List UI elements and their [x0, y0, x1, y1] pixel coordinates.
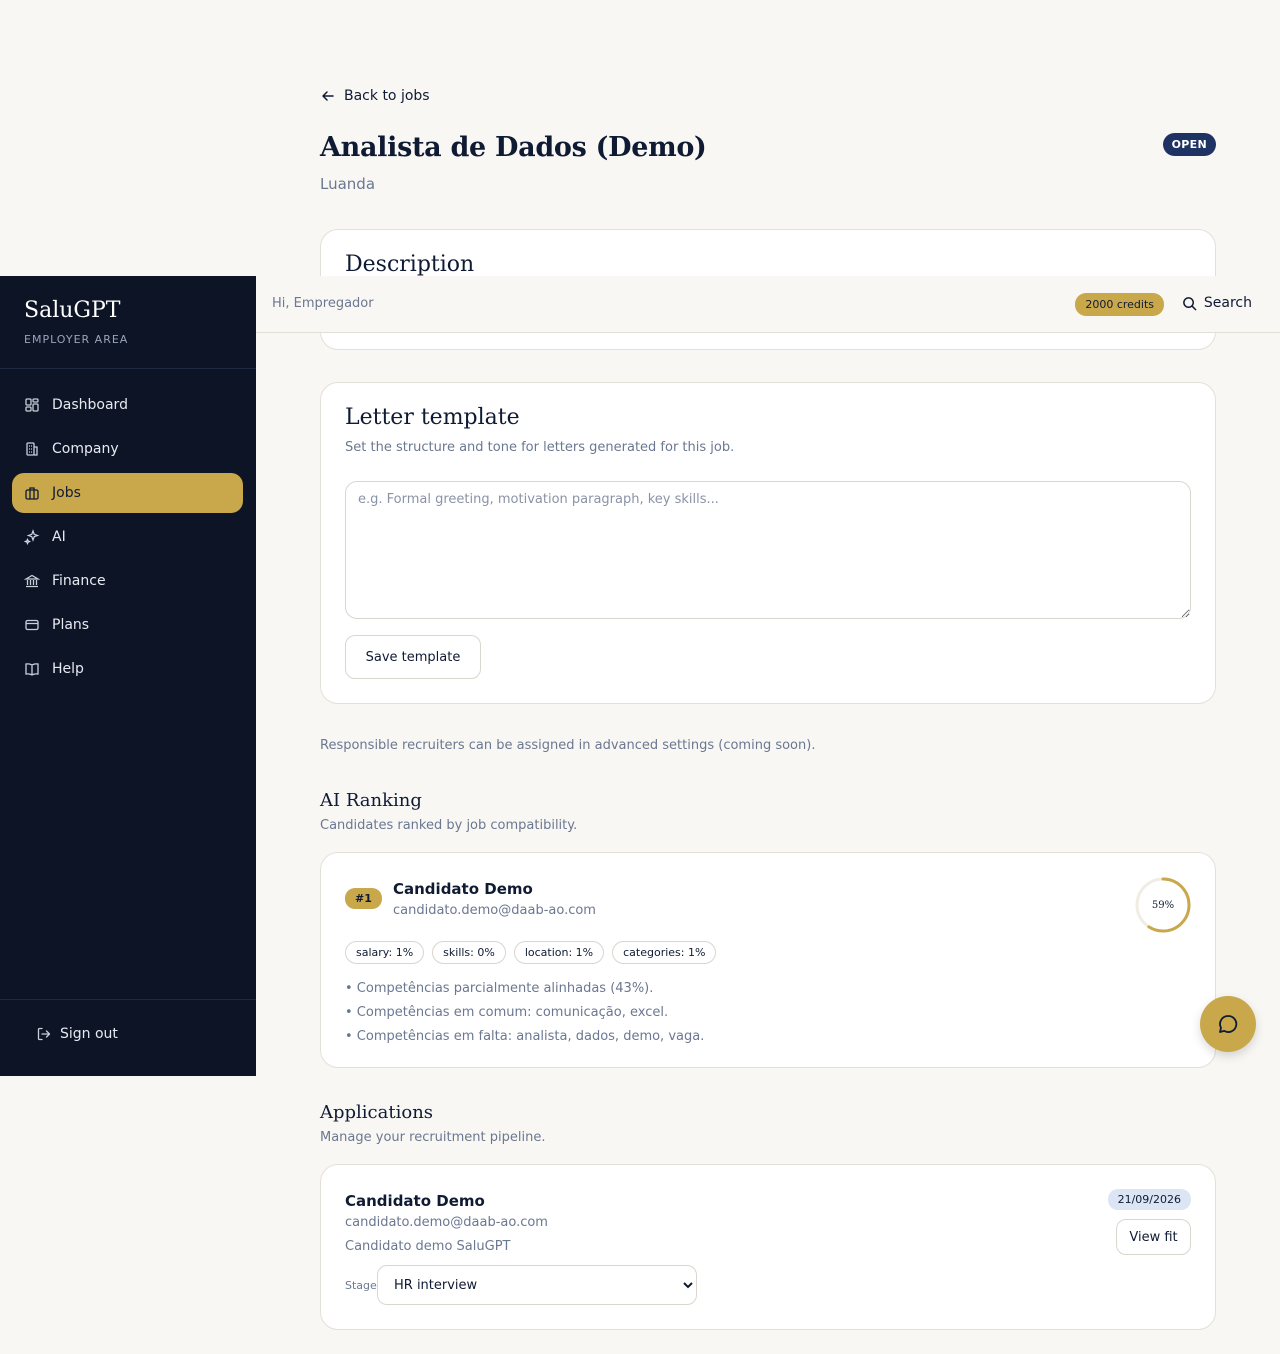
chip-skills: skills: 0%	[432, 941, 506, 964]
sidebar-item-label: Plans	[52, 617, 90, 633]
letter-template-title: Letter template	[345, 405, 520, 430]
letter-template-subtitle: Set the structure and tone for letters g…	[345, 440, 735, 455]
briefcase-icon	[25, 487, 39, 500]
sign-out-label: Sign out	[60, 1026, 118, 1042]
book-icon	[25, 663, 39, 676]
chat-button[interactable]	[1200, 996, 1256, 1052]
area-label: EMPLOYER AREA	[24, 333, 129, 346]
building-icon	[26, 442, 38, 456]
score-chips: salary: 1% skills: 0% location: 1% categ…	[345, 941, 717, 964]
applicant-note: Candidato demo SaluGPT	[345, 1239, 511, 1254]
description-title: Description	[345, 252, 475, 277]
chip-categories: categories: 1%	[612, 941, 717, 964]
sidebar-divider	[0, 999, 256, 1000]
explanation-item: • Competências parcialmente alinhadas (4…	[345, 981, 654, 996]
applicant-email: candidato.demo@daab-ao.com	[345, 1215, 548, 1230]
bank-icon	[24, 574, 40, 588]
search-label: Search	[1203, 295, 1252, 311]
score-label: 59%	[1151, 899, 1175, 911]
sidebar-item-dashboard[interactable]: Dashboard	[12, 385, 243, 425]
letter-template-card: Letter template Set the structure and to…	[320, 382, 1216, 704]
candidate-name: Candidato Demo	[393, 880, 533, 898]
job-location: Luanda	[320, 175, 376, 193]
rank-badge: #1	[345, 888, 382, 909]
sparkles-icon	[24, 529, 40, 545]
sidebar-item-label: Dashboard	[52, 397, 128, 413]
sidebar-item-label: Company	[52, 441, 119, 457]
ranking-explanations: • Competências parcialmente alinhadas (4…	[345, 977, 704, 1049]
sign-out-icon	[37, 1027, 51, 1041]
letter-template-input[interactable]	[345, 481, 1191, 619]
page-title: Analista de Dados (Demo)	[320, 132, 707, 163]
ranking-card: #1 Candidato Demo candidato.demo@daab-ao…	[320, 852, 1216, 1068]
search-button[interactable]: Search	[1182, 295, 1252, 311]
back-to-jobs-link[interactable]: Back to jobs	[320, 88, 430, 104]
ai-ranking-subtitle: Candidates ranked by job compatibility.	[320, 818, 578, 833]
dashboard-icon	[25, 398, 39, 412]
search-icon	[1183, 296, 1197, 310]
chat-bubble-icon	[1219, 1015, 1238, 1033]
sidebar-item-ai[interactable]: AI	[12, 517, 243, 557]
brand-logo[interactable]: SaluGPT	[24, 298, 120, 323]
applications-subtitle: Manage your recruitment pipeline.	[320, 1130, 546, 1145]
save-template-button[interactable]: Save template	[345, 635, 481, 679]
chip-location: location: 1%	[513, 941, 605, 964]
status-badge: OPEN	[1162, 133, 1216, 156]
sidebar: SaluGPT EMPLOYER AREA Dashboard Company …	[0, 276, 256, 1076]
candidate-email: candidato.demo@daab-ao.com	[393, 903, 596, 918]
top-bar: Hi, Empregador 2000 credits Search	[256, 276, 1280, 333]
arrow-left-icon	[322, 91, 334, 101]
sidebar-item-jobs[interactable]: Jobs	[12, 473, 243, 513]
applicant-name: Candidato Demo	[345, 1192, 485, 1210]
sidebar-item-finance[interactable]: Finance	[12, 561, 243, 601]
explanation-item: • Competências em falta: analista, dados…	[345, 1029, 705, 1044]
date-badge: 21/09/2026	[1107, 1189, 1191, 1210]
sidebar-item-plans[interactable]: Plans	[12, 605, 243, 645]
greeting: Hi, Empregador	[272, 296, 374, 311]
view-fit-button[interactable]: View fit	[1116, 1219, 1191, 1255]
chip-salary: salary: 1%	[345, 941, 425, 964]
applications-title: Applications	[320, 1102, 434, 1123]
stage-select[interactable]: HR interview	[377, 1265, 697, 1305]
score-ring: 59%	[1135, 877, 1191, 933]
credit-card-icon	[25, 619, 39, 631]
sidebar-divider	[0, 368, 256, 369]
credits-badge: 2000 credits	[1075, 293, 1164, 316]
stage-label: Stage	[345, 1279, 377, 1292]
sidebar-item-label: AI	[52, 529, 66, 545]
sign-out-button[interactable]: Sign out	[36, 1026, 118, 1042]
explanation-item: • Competências em comum: comunicação, ex…	[345, 1005, 669, 1020]
sidebar-item-company[interactable]: Company	[12, 429, 243, 469]
sidebar-item-label: Finance	[52, 573, 106, 589]
sidebar-item-label: Help	[52, 661, 84, 677]
ai-ranking-title: AI Ranking	[320, 790, 422, 811]
application-card: Candidato Demo candidato.demo@daab-ao.co…	[320, 1164, 1216, 1330]
sidebar-item-help[interactable]: Help	[12, 649, 243, 689]
sidebar-item-label: Jobs	[52, 485, 81, 501]
back-label: Back to jobs	[344, 88, 430, 104]
recruiters-note: Responsible recruiters can be assigned i…	[320, 738, 816, 753]
